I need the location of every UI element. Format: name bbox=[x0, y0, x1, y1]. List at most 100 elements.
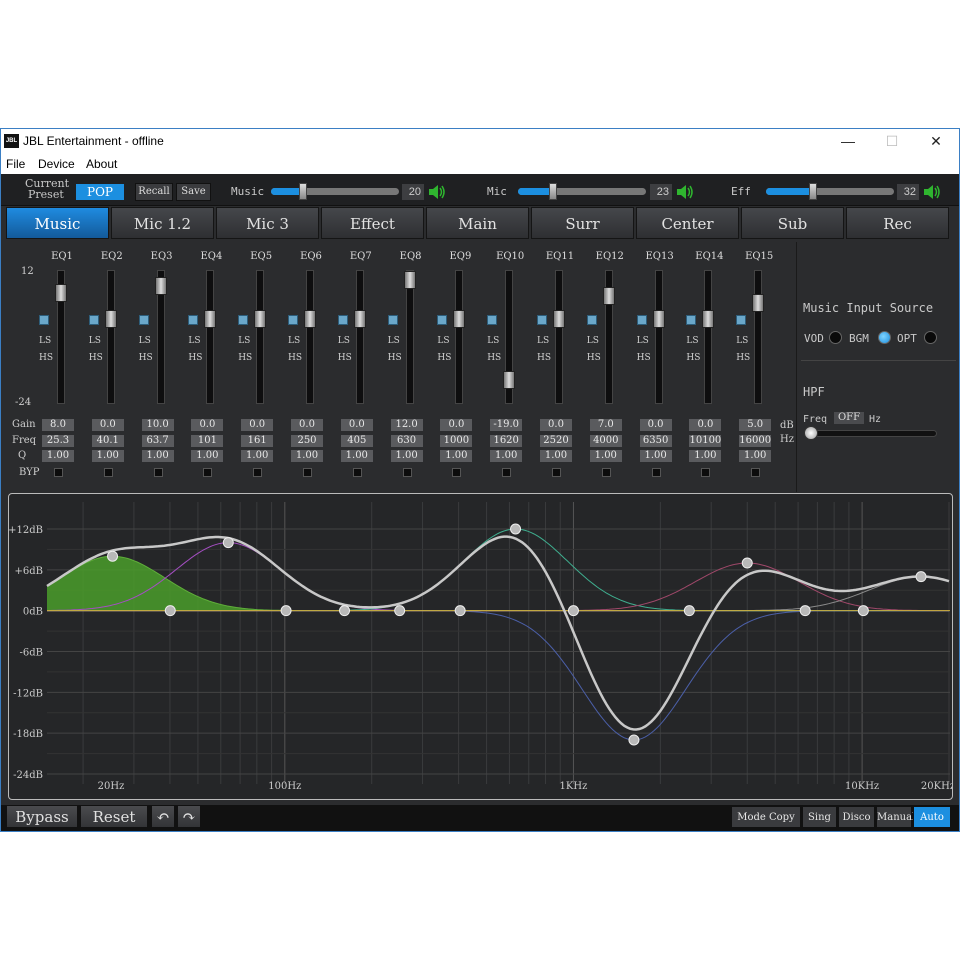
eq-gain-slider[interactable] bbox=[752, 270, 765, 404]
eq-freq-field[interactable]: 16000 bbox=[739, 435, 772, 447]
mic-volume-slider[interactable] bbox=[518, 183, 646, 200]
eq-q-field[interactable]: 1.00 bbox=[191, 450, 224, 462]
eq-bypass-checkbox[interactable] bbox=[303, 468, 312, 477]
eq-bypass-checkbox[interactable] bbox=[552, 468, 561, 477]
eq-link-checkbox[interactable] bbox=[736, 315, 747, 325]
eq-band-13-handle[interactable] bbox=[799, 605, 811, 617]
hs-label[interactable]: HS bbox=[736, 353, 750, 363]
eq-gain-slider[interactable] bbox=[204, 270, 217, 404]
ls-label[interactable]: LS bbox=[89, 336, 101, 346]
eq-link-checkbox[interactable] bbox=[636, 315, 647, 325]
mode-manual-button[interactable]: Manual bbox=[876, 806, 915, 828]
save-button[interactable]: Save bbox=[176, 183, 211, 201]
eq-gain-field[interactable]: 0.0 bbox=[340, 419, 373, 431]
ls-label[interactable]: LS bbox=[388, 336, 400, 346]
tab-surr[interactable]: Surr bbox=[531, 207, 634, 239]
hs-label[interactable]: HS bbox=[139, 353, 153, 363]
eq-q-field[interactable]: 1.00 bbox=[340, 450, 373, 462]
eq-band-10-handle[interactable] bbox=[628, 734, 640, 746]
hs-label[interactable]: HS bbox=[338, 353, 352, 363]
hs-label[interactable]: HS bbox=[188, 353, 202, 363]
ls-label[interactable]: LS bbox=[537, 336, 549, 346]
mode-auto-button[interactable]: Auto bbox=[913, 806, 951, 828]
eq-gain-field[interactable]: 0.0 bbox=[440, 419, 473, 431]
eq-link-checkbox[interactable] bbox=[487, 315, 498, 325]
eq-gain-slider[interactable] bbox=[453, 270, 466, 404]
eq-link-checkbox[interactable] bbox=[288, 315, 298, 325]
eq-gain-knob[interactable] bbox=[403, 271, 416, 289]
ls-label[interactable]: LS bbox=[736, 336, 748, 346]
eq-gain-slider[interactable] bbox=[553, 270, 565, 404]
eq-gain-slider[interactable] bbox=[254, 270, 267, 404]
eq-gain-slider[interactable] bbox=[403, 270, 416, 404]
hs-label[interactable]: HS bbox=[487, 353, 501, 363]
eq-link-checkbox[interactable] bbox=[586, 315, 597, 325]
eq-link-checkbox[interactable] bbox=[337, 315, 348, 325]
eq-link-checkbox[interactable] bbox=[88, 315, 99, 325]
eq-gain-slider[interactable] bbox=[154, 270, 167, 404]
eq-q-field[interactable]: 1.00 bbox=[540, 450, 572, 462]
eq-q-field[interactable]: 1.00 bbox=[42, 450, 74, 462]
eq-band-11-handle[interactable] bbox=[683, 605, 695, 617]
hs-label[interactable]: HS bbox=[388, 353, 402, 363]
source-bgm-radio[interactable] bbox=[878, 331, 891, 344]
eq-link-checkbox[interactable] bbox=[39, 315, 49, 325]
eq-gain-slider[interactable] bbox=[702, 270, 715, 404]
menu-file[interactable]: File bbox=[6, 157, 25, 171]
eff-volume-slider[interactable] bbox=[766, 183, 894, 200]
eq-gain-knob[interactable] bbox=[304, 309, 316, 328]
eq-gain-field[interactable]: 8.0 bbox=[42, 419, 74, 431]
eq-gain-field[interactable]: 5.0 bbox=[739, 419, 772, 431]
eq-q-field[interactable]: 1.00 bbox=[141, 450, 174, 462]
ls-label[interactable]: LS bbox=[288, 336, 300, 346]
eq-freq-field[interactable]: 10100 bbox=[689, 435, 722, 447]
eq-bypass-checkbox[interactable] bbox=[253, 468, 263, 477]
eq-freq-field[interactable]: 1620 bbox=[490, 435, 523, 447]
eq-bypass-checkbox[interactable] bbox=[153, 468, 163, 477]
eq-gain-knob[interactable] bbox=[752, 293, 765, 312]
eq-q-field[interactable]: 1.00 bbox=[440, 450, 473, 462]
eq-gain-field[interactable]: 0.0 bbox=[241, 419, 274, 431]
eq-band-6-handle[interactable] bbox=[394, 605, 406, 617]
preset-display[interactable]: POP bbox=[76, 184, 124, 200]
eq-gain-field[interactable]: 7.0 bbox=[589, 419, 622, 431]
mic-speaker-icon[interactable] bbox=[676, 184, 694, 200]
hs-label[interactable]: HS bbox=[637, 353, 651, 363]
hs-label[interactable]: HS bbox=[288, 353, 302, 363]
reset-button[interactable]: Reset bbox=[80, 805, 148, 828]
eq-freq-field[interactable]: 6350 bbox=[639, 435, 672, 447]
bypass-button[interactable]: Bypass bbox=[6, 805, 78, 828]
eq-gain-field[interactable]: 12.0 bbox=[390, 419, 423, 431]
eq-gain-knob[interactable] bbox=[702, 309, 715, 328]
eq-bypass-checkbox[interactable] bbox=[651, 468, 661, 477]
eq-q-field[interactable]: 1.00 bbox=[739, 450, 772, 462]
eq-q-field[interactable]: 1.00 bbox=[390, 450, 423, 462]
redo-icon[interactable]: ↷ bbox=[177, 805, 201, 828]
hpf-slider-knob[interactable] bbox=[804, 426, 818, 440]
ls-label[interactable]: LS bbox=[188, 336, 200, 346]
ls-label[interactable]: LS bbox=[39, 336, 51, 346]
eq-band-2-handle[interactable] bbox=[164, 605, 176, 617]
eq-freq-field[interactable]: 161 bbox=[241, 435, 274, 447]
eq-q-field[interactable]: 1.00 bbox=[291, 450, 323, 462]
eq-band-5-handle[interactable] bbox=[339, 605, 351, 617]
maximize-button[interactable]: ☐ bbox=[869, 129, 915, 154]
eq-link-checkbox[interactable] bbox=[238, 315, 249, 325]
eq-bypass-checkbox[interactable] bbox=[601, 468, 611, 477]
eq-bypass-checkbox[interactable] bbox=[452, 468, 462, 477]
hs-label[interactable]: HS bbox=[89, 353, 103, 363]
ls-label[interactable]: LS bbox=[487, 336, 499, 346]
ls-label[interactable]: LS bbox=[238, 336, 250, 346]
ls-label[interactable]: LS bbox=[637, 336, 649, 346]
eff-speaker-icon[interactable] bbox=[923, 184, 941, 200]
source-opt-radio[interactable] bbox=[924, 331, 937, 344]
eq-gain-knob[interactable] bbox=[204, 309, 217, 328]
hs-label[interactable]: HS bbox=[39, 353, 53, 363]
eq-q-field[interactable]: 1.00 bbox=[689, 450, 722, 462]
hs-label[interactable]: HS bbox=[238, 353, 252, 363]
eq-freq-field[interactable]: 4000 bbox=[589, 435, 622, 447]
eq-gain-field[interactable]: 0.0 bbox=[689, 419, 722, 431]
hs-label[interactable]: HS bbox=[686, 353, 700, 363]
eq-bypass-checkbox[interactable] bbox=[502, 468, 512, 477]
eq-bypass-checkbox[interactable] bbox=[701, 468, 711, 477]
